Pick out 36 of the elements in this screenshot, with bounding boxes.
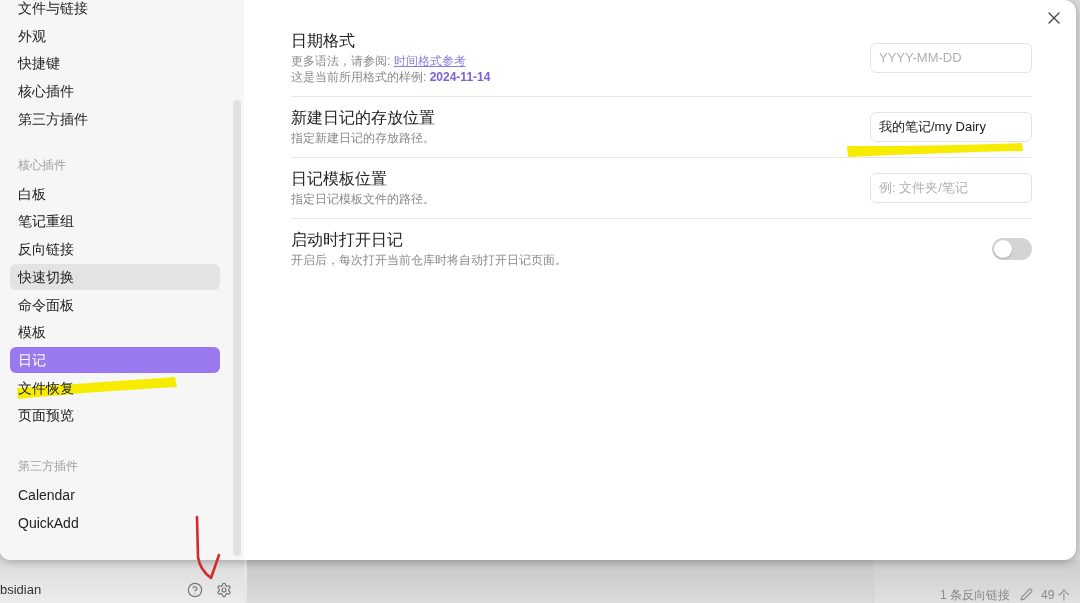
sidebar-item[interactable]: Calendar bbox=[10, 482, 220, 509]
vault-name[interactable]: bsidian bbox=[0, 582, 42, 598]
settings-icon[interactable] bbox=[216, 582, 232, 598]
sidebar-item[interactable]: 命令面板 bbox=[10, 291, 220, 318]
sidebar-item[interactable]: 第三方插件 bbox=[10, 105, 220, 132]
text-input[interactable]: YYYY-MM-DD bbox=[870, 42, 1032, 73]
close-icon bbox=[1048, 12, 1060, 24]
sidebar-item[interactable]: 快速切换 bbox=[10, 263, 220, 290]
sidebar-item[interactable]: 笔记重组 bbox=[10, 208, 220, 235]
setting-description: 指定日记模板文件的路径。 bbox=[291, 191, 436, 207]
reference-link[interactable]: 时间格式参考 bbox=[393, 54, 466, 68]
sidebar-item[interactable]: 模板 bbox=[10, 319, 220, 346]
setting-title: 日记模板位置 bbox=[291, 169, 388, 189]
toggle-switch[interactable] bbox=[992, 237, 1032, 260]
setting-description: 更多语法，请参阅: 时间格式参考 bbox=[291, 53, 467, 69]
setting-description: 开启后，每次打开当前仓库时将自动打开日记页面。 bbox=[291, 252, 568, 268]
setting-title: 启动时打开日记 bbox=[291, 230, 404, 250]
sidebar-item[interactable]: 反向链接 bbox=[10, 236, 220, 263]
sidebar-item[interactable]: 外观 bbox=[10, 22, 220, 49]
sidebar-item[interactable]: 白板 bbox=[10, 180, 220, 207]
setting-description: 指定新建日记的存放路径。 bbox=[291, 130, 436, 146]
pencil-icon[interactable] bbox=[1020, 588, 1033, 601]
text-input[interactable]: 我的笔记/my Dairy bbox=[870, 111, 1032, 142]
sidebar-item[interactable]: 快捷键 bbox=[10, 50, 220, 77]
sidebar-item[interactable]: QuickAdd bbox=[10, 509, 220, 536]
help-icon[interactable] bbox=[187, 582, 203, 598]
sidebar-item[interactable]: 页面预览 bbox=[10, 402, 220, 429]
text-input[interactable]: 例: 文件夹/笔记 bbox=[870, 172, 1032, 203]
sidebar-heading: 第三方插件 bbox=[17, 458, 79, 475]
sidebar-heading: 核心插件 bbox=[17, 156, 67, 173]
sidebar-item[interactable]: 文件与链接 bbox=[10, 0, 220, 21]
setting-title: 日期格式 bbox=[291, 31, 356, 51]
setting-title: 新建日记的存放位置 bbox=[291, 108, 436, 128]
setting-description: 这是当前所用格式的样例: 2024-11-14 bbox=[291, 69, 492, 85]
sidebar-item[interactable]: 核心插件 bbox=[10, 78, 220, 105]
status-count: 49 个 bbox=[1041, 588, 1070, 602]
